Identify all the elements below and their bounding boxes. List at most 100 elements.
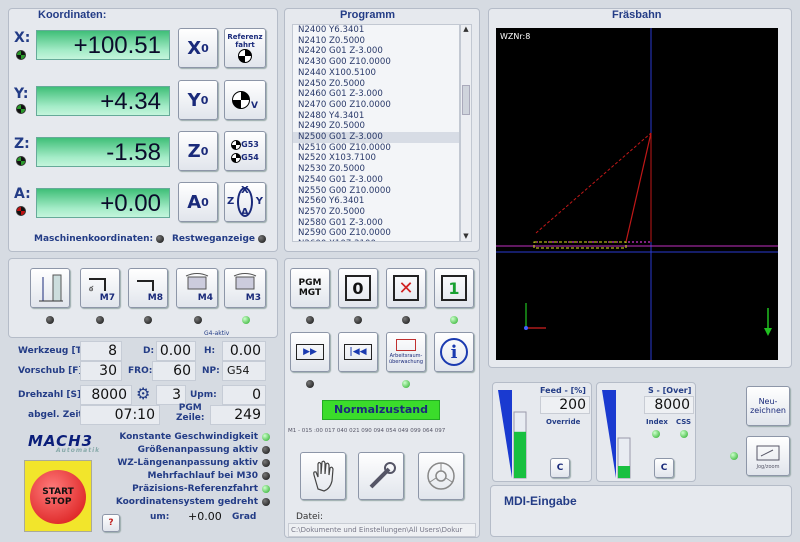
program-line[interactable]: N2400 Y6.3401 bbox=[293, 25, 459, 36]
feed-title: Feed - [%] bbox=[540, 386, 586, 395]
flag-label: Koordinatensystem gedreht bbox=[115, 497, 258, 507]
program-line[interactable]: N2470 G00 Z10.0000 bbox=[293, 100, 459, 111]
help-button[interactable]: ? bbox=[102, 514, 120, 532]
fro-value[interactable]: 60 bbox=[152, 361, 196, 381]
flag-led[interactable] bbox=[262, 446, 270, 454]
program-line[interactable]: N2540 G01 Z-3.000 bbox=[293, 175, 459, 186]
axis-z-label: Z: bbox=[14, 136, 30, 152]
program-line[interactable]: N2600 X107.3100 bbox=[293, 239, 459, 241]
dro-a[interactable]: +0.00 bbox=[36, 188, 170, 218]
spindle-value[interactable]: 8000 bbox=[644, 396, 694, 414]
feed-reset-button[interactable]: C bbox=[550, 458, 570, 478]
jog-zoom-button[interactable]: Jog/zoom bbox=[746, 436, 790, 476]
reference-v-button[interactable]: V bbox=[224, 80, 266, 120]
gear-value[interactable]: 3 bbox=[156, 385, 186, 405]
rotation-label: um: bbox=[150, 512, 170, 522]
mdi-panel[interactable] bbox=[490, 485, 792, 537]
program-line[interactable]: N2420 G01 Z-3.000 bbox=[293, 46, 459, 57]
zero-y-button[interactable]: Y0 bbox=[178, 80, 218, 120]
flag-led[interactable] bbox=[262, 472, 270, 480]
toolpath-view[interactable]: WZNr:8 bbox=[496, 28, 778, 360]
zero-z-button[interactable]: Z0 bbox=[178, 131, 218, 171]
flag-label: Größenanpassung aktiv bbox=[137, 445, 258, 455]
pgm-mgt-button[interactable]: PGM MGT bbox=[290, 268, 330, 308]
program-line[interactable]: N2580 G01 Z-3.000 bbox=[293, 218, 459, 229]
start-stop-circle[interactable]: START STOP bbox=[30, 470, 86, 524]
program-line[interactable]: N2460 G01 Z-3.000 bbox=[293, 89, 459, 100]
spindle-title: S - [Over] bbox=[648, 386, 692, 395]
mach3-logo: MACH3 Automatik bbox=[28, 432, 101, 454]
program-line[interactable]: N2550 G00 Z10.0000 bbox=[293, 186, 459, 197]
program-line[interactable]: N2530 Z0.5000 bbox=[293, 164, 459, 175]
drehzahl-value[interactable]: 8000 bbox=[80, 385, 132, 405]
workspace-monitor-button[interactable]: Arbeitsraum- überwachung bbox=[386, 332, 426, 372]
toolpath-drawing bbox=[496, 28, 778, 360]
flag-led[interactable] bbox=[262, 433, 270, 441]
program-line[interactable]: N2490 Z0.5000 bbox=[293, 121, 459, 132]
dro-z[interactable]: -1.58 bbox=[36, 137, 170, 167]
swap-axes-button[interactable]: X Z Y A bbox=[224, 182, 266, 222]
program-line[interactable]: N2520 X103.7100 bbox=[293, 153, 459, 164]
info-button[interactable]: i bbox=[434, 332, 474, 372]
start-stop-button[interactable]: START STOP bbox=[24, 460, 92, 532]
remaining-led[interactable] bbox=[258, 235, 266, 243]
flag-led[interactable] bbox=[262, 485, 270, 493]
program-listing[interactable]: N2400 Y6.3401 N2410 Z0.5000 N2420 G01 Z-3.… bbox=[292, 24, 460, 242]
program-line[interactable]: N2430 G00 Z10.0000 bbox=[293, 57, 459, 68]
program-line[interactable]: N2410 Z0.5000 bbox=[293, 36, 459, 47]
m4-button[interactable]: M4 bbox=[176, 268, 218, 308]
g53-g54-button[interactable]: G53 G54 bbox=[224, 131, 266, 171]
werkzeug-value[interactable]: 8 bbox=[80, 341, 122, 361]
program-scrollbar[interactable]: ▲ ▼ bbox=[460, 24, 472, 242]
spindle-index-label: Index bbox=[646, 418, 668, 426]
machine-coords-led[interactable] bbox=[156, 235, 164, 243]
redraw-button[interactable]: Neu-zeichnen bbox=[746, 386, 790, 426]
stop-block-button[interactable]: ✕ bbox=[386, 268, 426, 308]
m8-button[interactable]: M8 bbox=[128, 268, 168, 308]
wrench-button[interactable] bbox=[358, 452, 404, 500]
d-value[interactable]: 0.00 bbox=[156, 341, 196, 361]
scroll-down-icon[interactable]: ▼ bbox=[461, 232, 471, 241]
scroll-up-icon[interactable]: ▲ bbox=[461, 25, 471, 34]
h-value[interactable]: 0.00 bbox=[222, 341, 266, 361]
program-line[interactable]: N2590 G00 Z10.0000 bbox=[293, 228, 459, 239]
program-line[interactable]: N2570 Z0.5000 bbox=[293, 207, 459, 218]
spindle-reset-button[interactable]: C bbox=[654, 458, 674, 478]
flag-led[interactable] bbox=[262, 498, 270, 506]
single-block-button[interactable]: 1 bbox=[434, 268, 474, 308]
flag-led[interactable] bbox=[262, 459, 270, 467]
program-line[interactable]: N2480 Y4.3401 bbox=[293, 111, 459, 122]
coolant-mist-icon: ఠ bbox=[89, 278, 106, 293]
reference-all-button[interactable]: Referenz fahrt bbox=[224, 28, 266, 68]
m7-button[interactable]: ఠ M7 bbox=[80, 268, 120, 308]
skip-back-button[interactable]: |◀◀ bbox=[338, 332, 378, 372]
hand-button[interactable] bbox=[300, 452, 346, 500]
coolant-flood-icon bbox=[137, 280, 154, 291]
program-line[interactable]: N2510 G00 Z10.0000 bbox=[293, 143, 459, 154]
program-line[interactable]: N2440 X100.5100 bbox=[293, 68, 459, 79]
feed-value[interactable]: 200 bbox=[540, 396, 590, 414]
dro-y[interactable]: +4.34 bbox=[36, 86, 170, 116]
remaining-label: Restweganzeige bbox=[172, 234, 256, 244]
skip-back-icon: |◀◀ bbox=[344, 344, 372, 360]
disc-button[interactable] bbox=[418, 452, 464, 500]
rotation-value[interactable]: +0.00 bbox=[188, 510, 222, 523]
program-line[interactable]: N2500 G01 Z-3.000 bbox=[293, 132, 459, 143]
zeit-label: abgel. Zeit: bbox=[28, 410, 87, 420]
m3-button[interactable]: M3 bbox=[224, 268, 266, 308]
program-line[interactable]: N2560 Y6.3401 bbox=[293, 196, 459, 207]
tool-length-button[interactable] bbox=[30, 268, 70, 308]
scroll-thumb[interactable] bbox=[462, 85, 470, 115]
flag-label: WZ-Längenanpassung aktiv bbox=[117, 458, 258, 468]
fast-forward-button[interactable]: ▶▶ bbox=[290, 332, 330, 372]
rewind-button[interactable]: 0 bbox=[338, 268, 378, 308]
zero-x-button[interactable]: X0 bbox=[178, 28, 218, 68]
zero-a-button[interactable]: A0 bbox=[178, 182, 218, 222]
axis-y-ref-icon bbox=[16, 104, 26, 114]
mdi-title: MDI-Eingabe bbox=[504, 494, 577, 508]
vorschub-value[interactable]: 30 bbox=[80, 361, 122, 381]
stop-block-led bbox=[402, 316, 410, 324]
dro-x[interactable]: +100.51 bbox=[36, 30, 170, 60]
program-line[interactable]: N2450 Z0.5000 bbox=[293, 79, 459, 90]
program-title: Programm bbox=[340, 9, 396, 21]
